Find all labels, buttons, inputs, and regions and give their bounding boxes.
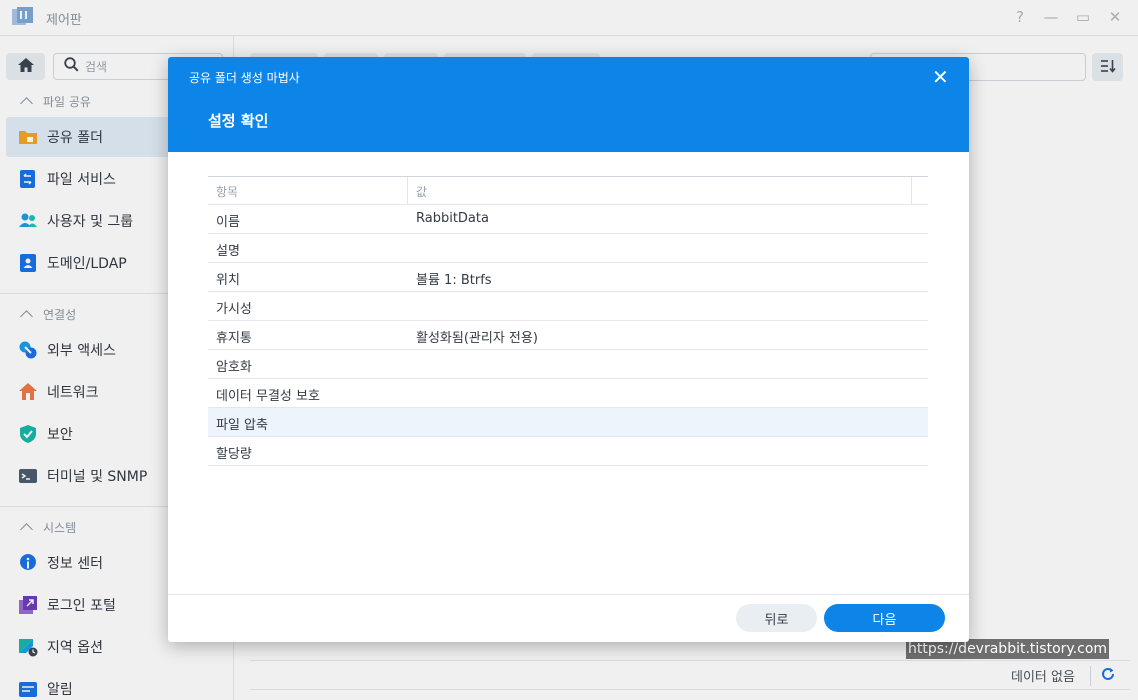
- column-divider: [911, 177, 912, 205]
- row-item: 설명: [216, 244, 240, 259]
- back-button[interactable]: 뒤로: [736, 604, 817, 632]
- table-row[interactable]: 설명: [208, 234, 928, 263]
- table-row[interactable]: 위치 볼륨 1: Btrfs: [208, 263, 928, 292]
- column-divider: [407, 177, 408, 205]
- dialog-footer-divider: [168, 594, 969, 595]
- row-item: 위치: [216, 273, 240, 288]
- row-item: 파일 압축: [216, 418, 268, 433]
- row-value: 활성화됨(관리자 전용): [416, 331, 538, 346]
- row-item: 암호화: [216, 360, 252, 375]
- table-row[interactable]: 휴지통 활성화됨(관리자 전용): [208, 321, 928, 350]
- row-item: 이름: [216, 215, 240, 230]
- row-value: 볼륨 1: Btrfs: [416, 273, 492, 288]
- dialog-header: 공유 폴더 생성 마법사 ✕ 설정 확인: [168, 57, 969, 152]
- create-shared-folder-dialog: 공유 폴더 생성 마법사 ✕ 설정 확인 항목 값 이름 RabbitData …: [168, 57, 969, 642]
- dialog-close-icon[interactable]: ✕: [932, 65, 949, 89]
- column-header-value[interactable]: 값: [416, 183, 427, 200]
- row-item: 할당량: [216, 447, 252, 462]
- table-row[interactable]: 암호화: [208, 350, 928, 379]
- row-item: 휴지통: [216, 331, 252, 346]
- dialog-title: 공유 폴더 생성 마법사: [189, 71, 300, 85]
- summary-table: 항목 값 이름 RabbitData 설명 위치 볼륨 1: Btrfs 가시성…: [208, 176, 928, 466]
- column-header-item[interactable]: 항목: [216, 183, 238, 200]
- table-row-hovered[interactable]: 파일 압축: [208, 408, 928, 437]
- table-row[interactable]: 데이터 무결성 보호: [208, 379, 928, 408]
- watermark: https://devrabbit.tistory.com: [906, 639, 1110, 659]
- table-row[interactable]: 할당량: [208, 437, 928, 466]
- table-row[interactable]: 가시성: [208, 292, 928, 321]
- next-button[interactable]: 다음: [824, 604, 945, 632]
- step-title: 설정 확인: [208, 112, 269, 130]
- row-item: 가시성: [216, 302, 252, 317]
- row-item: 데이터 무결성 보호: [216, 389, 320, 404]
- table-header: 항목 값: [208, 176, 928, 205]
- row-value: RabbitData: [416, 211, 489, 226]
- table-row[interactable]: 이름 RabbitData: [208, 205, 928, 234]
